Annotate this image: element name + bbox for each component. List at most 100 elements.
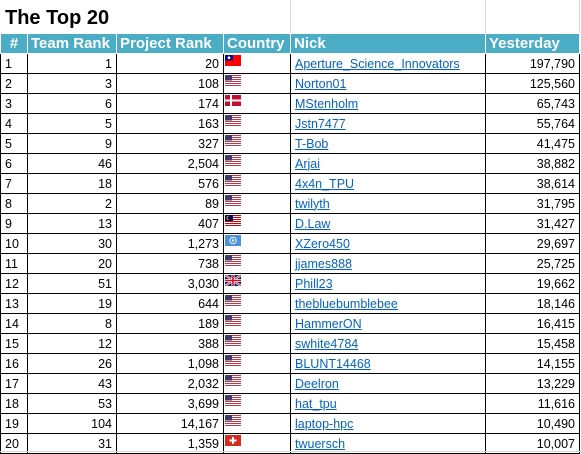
nick-link[interactable]: Phill23	[295, 277, 333, 291]
cell-country[interactable]	[223, 133, 291, 154]
cell-nick[interactable]: Deelron	[290, 373, 486, 394]
cell-nick[interactable]: XZero450	[290, 233, 486, 254]
cell-project-rank[interactable]: 1,273	[116, 233, 224, 254]
cell-country[interactable]	[223, 53, 291, 74]
cell-yesterday[interactable]: 55,764	[485, 113, 580, 134]
nick-link[interactable]: hat_tpu	[295, 397, 337, 411]
cell-rank[interactable]: 10	[0, 233, 28, 254]
nick-link[interactable]: T-Bob	[295, 137, 328, 151]
cell-nick[interactable]: Aperture_Science_Innovators	[290, 53, 486, 74]
cell-team-rank[interactable]: 51	[27, 273, 117, 294]
cell-yesterday[interactable]: 10,490	[485, 413, 580, 434]
cell-team-rank[interactable]: 3	[27, 73, 117, 94]
cell-yesterday[interactable]: 41,475	[485, 133, 580, 154]
cell-project-rank[interactable]: 1,098	[116, 353, 224, 374]
cell-country[interactable]	[223, 113, 291, 134]
cell-yesterday[interactable]: 14,155	[485, 353, 580, 374]
cell-team-rank[interactable]: 19	[27, 293, 117, 314]
cell-country[interactable]	[223, 393, 291, 414]
cell-rank[interactable]: 8	[0, 193, 28, 214]
cell-project-rank[interactable]: 388	[116, 333, 224, 354]
cell-country[interactable]	[223, 153, 291, 174]
cell-nick[interactable]: twilyth	[290, 193, 486, 214]
nick-link[interactable]: Arjai	[295, 157, 320, 171]
cell-country[interactable]	[223, 293, 291, 314]
cell-project-rank[interactable]: 3,699	[116, 393, 224, 414]
cell-nick[interactable]: Jstn7477	[290, 113, 486, 134]
cell-nick[interactable]: BLUNT14468	[290, 353, 486, 374]
cell-yesterday[interactable]: 19,662	[485, 273, 580, 294]
cell-team-rank[interactable]: 53	[27, 393, 117, 414]
nick-link[interactable]: twuersch	[295, 437, 345, 451]
nick-link[interactable]: thebluebumblebee	[295, 297, 398, 311]
cell-rank[interactable]: 18	[0, 393, 28, 414]
cell-yesterday[interactable]: 13,229	[485, 373, 580, 394]
cell-team-rank[interactable]: 104	[27, 413, 117, 434]
cell-nick[interactable]: jjames888	[290, 253, 486, 274]
cell-rank[interactable]: 6	[0, 153, 28, 174]
cell-yesterday[interactable]: 31,427	[485, 213, 580, 234]
cell-rank[interactable]: 1	[0, 53, 28, 74]
cell-team-rank[interactable]: 18	[27, 173, 117, 194]
cell-yesterday[interactable]: 31,795	[485, 193, 580, 214]
cell-rank[interactable]: 15	[0, 333, 28, 354]
col-header-team-rank[interactable]: Team Rank	[27, 33, 117, 54]
cell-rank[interactable]: 13	[0, 293, 28, 314]
cell-nick[interactable]: 4x4n_TPU	[290, 173, 486, 194]
cell-rank[interactable]: 17	[0, 373, 28, 394]
cell-rank[interactable]: 2	[0, 73, 28, 94]
cell-country[interactable]	[223, 193, 291, 214]
col-header-hash[interactable]: #	[0, 33, 28, 54]
cell-country[interactable]	[223, 253, 291, 274]
nick-link[interactable]: Aperture_Science_Innovators	[295, 57, 460, 71]
nick-link[interactable]: Deelron	[295, 377, 339, 391]
cell-project-rank[interactable]: 189	[116, 313, 224, 334]
cell-country[interactable]	[223, 273, 291, 294]
col-header-country[interactable]: Country	[223, 33, 291, 54]
cell-country[interactable]	[223, 353, 291, 374]
cell-country[interactable]	[223, 73, 291, 94]
cell-yesterday[interactable]: 16,415	[485, 313, 580, 334]
cell-country[interactable]	[223, 373, 291, 394]
cell-project-rank[interactable]: 327	[116, 133, 224, 154]
cell-rank[interactable]: 12	[0, 273, 28, 294]
nick-link[interactable]: XZero450	[295, 237, 350, 251]
nick-link[interactable]: 4x4n_TPU	[295, 177, 354, 191]
cell-yesterday[interactable]: 38,614	[485, 173, 580, 194]
cell-rank[interactable]: 16	[0, 353, 28, 374]
col-header-project-rank[interactable]: Project Rank	[116, 33, 224, 54]
cell-nick[interactable]: Norton01	[290, 73, 486, 94]
cell-team-rank[interactable]: 2	[27, 193, 117, 214]
cell-country[interactable]	[223, 333, 291, 354]
cell-project-rank[interactable]: 108	[116, 73, 224, 94]
cell-yesterday[interactable]: 125,560	[485, 73, 580, 94]
cell-project-rank[interactable]: 14,167	[116, 413, 224, 434]
cell-project-rank[interactable]: 163	[116, 113, 224, 134]
nick-link[interactable]: D.Law	[295, 217, 330, 231]
cell-team-rank[interactable]: 46	[27, 153, 117, 174]
cell-project-rank[interactable]: 407	[116, 213, 224, 234]
nick-link[interactable]: jjames888	[295, 257, 352, 271]
cell-project-rank[interactable]: 89	[116, 193, 224, 214]
cell-yesterday[interactable]: 65,743	[485, 93, 580, 114]
cell-rank[interactable]: 7	[0, 173, 28, 194]
cell-country[interactable]	[223, 413, 291, 434]
cell-country[interactable]	[223, 233, 291, 254]
cell-team-rank[interactable]: 1	[27, 53, 117, 74]
cell-nick[interactable]: HammerON	[290, 313, 486, 334]
cell-nick[interactable]: Phill23	[290, 273, 486, 294]
cell-country[interactable]	[223, 173, 291, 194]
cell-team-rank[interactable]: 5	[27, 113, 117, 134]
cell-project-rank[interactable]: 2,032	[116, 373, 224, 394]
cell-rank[interactable]: 9	[0, 213, 28, 234]
cell-nick[interactable]: Arjai	[290, 153, 486, 174]
cell-yesterday[interactable]: 15,458	[485, 333, 580, 354]
cell-yesterday[interactable]: 197,790	[485, 53, 580, 74]
nick-link[interactable]: Jstn7477	[295, 117, 346, 131]
nick-link[interactable]: HammerON	[295, 317, 362, 331]
col-header-yesterday[interactable]: Yesterday	[485, 33, 580, 54]
cell-nick[interactable]: thebluebumblebee	[290, 293, 486, 314]
cell-project-rank[interactable]: 2,504	[116, 153, 224, 174]
cell-rank[interactable]: 5	[0, 133, 28, 154]
cell-country[interactable]	[223, 93, 291, 114]
